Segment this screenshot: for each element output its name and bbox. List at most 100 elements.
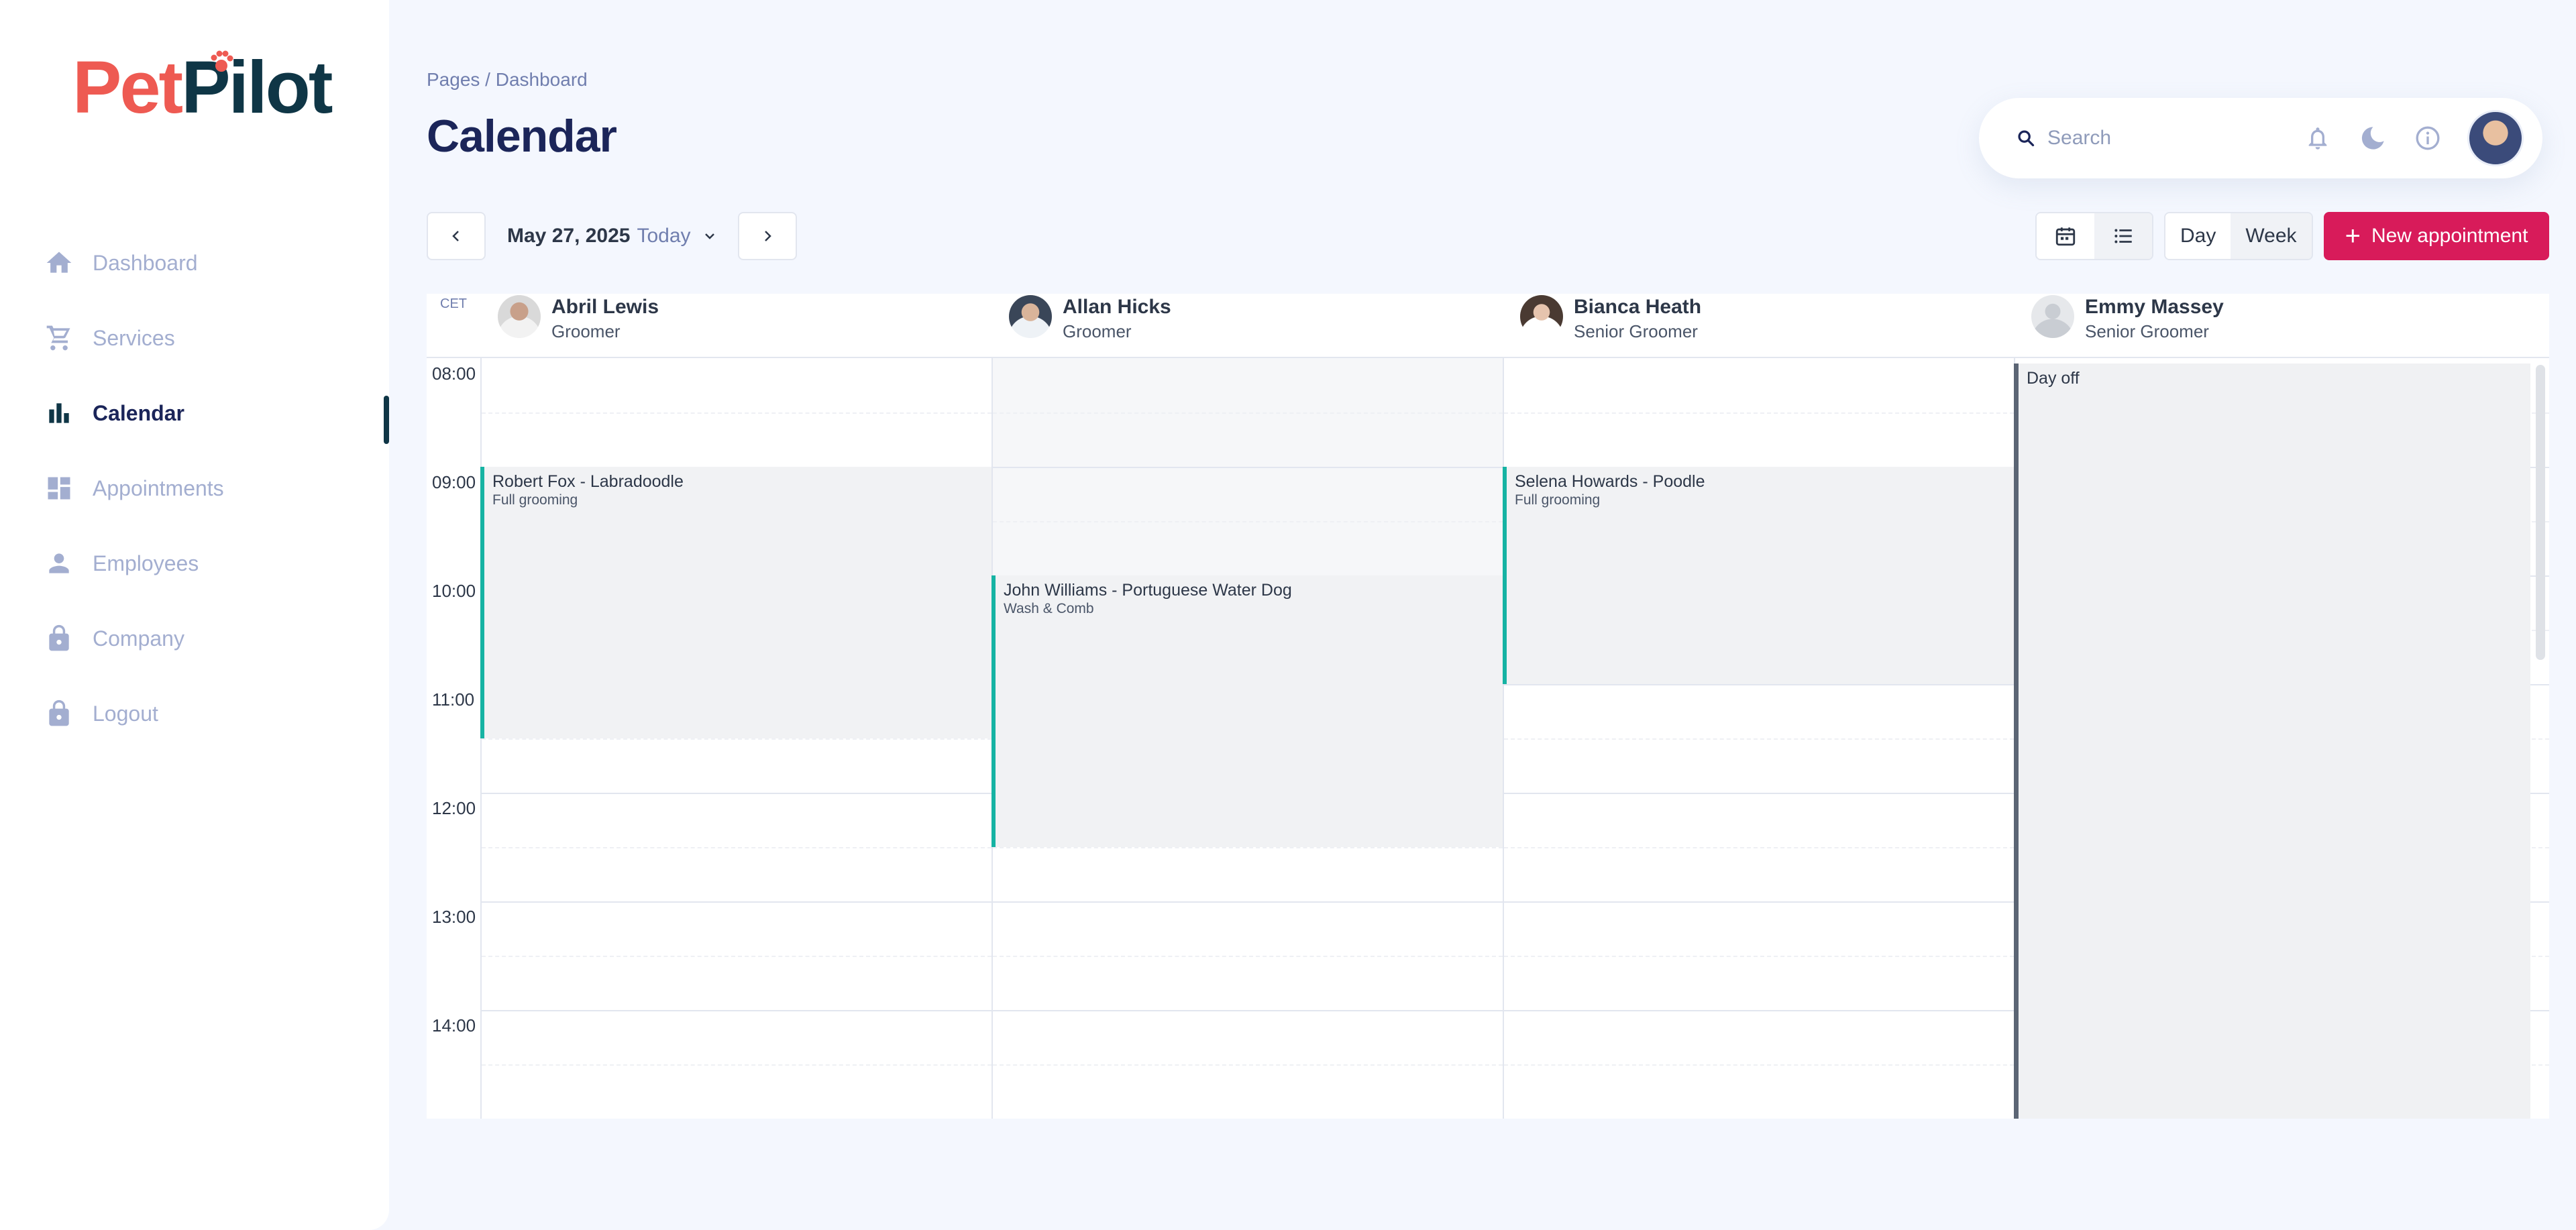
bell-icon[interactable]	[2302, 123, 2333, 154]
time-label: 13:00	[432, 907, 476, 927]
employee-avatar	[498, 295, 541, 338]
list-view-button[interactable]	[2094, 213, 2152, 259]
employee-header: Abril Lewis Groomer	[480, 294, 991, 358]
appointment-service: Full grooming	[1515, 492, 1601, 508]
hour-line	[1504, 793, 2014, 794]
appointment-title: John Williams - Portuguese Water Dog	[1004, 581, 1292, 600]
hour-line	[993, 901, 1503, 903]
sidebar: PetPilot Dashboard Services Calendar App…	[0, 0, 389, 1230]
half-hour-line	[482, 956, 991, 957]
logo-text-pilot: Pilot	[181, 46, 333, 129]
calendar-view-button[interactable]	[2037, 213, 2094, 259]
appointment-event[interactable]: Robert Fox - Labradoodle Full grooming	[480, 467, 991, 738]
hour-line	[482, 1010, 991, 1011]
sidebar-item-label: Appointments	[93, 476, 224, 500]
previous-day-button[interactable]	[427, 212, 486, 260]
time-label: 14:00	[432, 1015, 476, 1036]
sidebar-item-company[interactable]: Company	[44, 601, 389, 676]
next-day-button[interactable]	[738, 212, 797, 260]
hour-line	[1504, 901, 2014, 903]
appointment-title: Robert Fox - Labradoodle	[492, 472, 684, 491]
chevron-left-icon	[452, 231, 459, 241]
view-mode-toggle	[2035, 212, 2153, 260]
search-icon	[2018, 130, 2035, 147]
lock-icon	[44, 699, 74, 728]
employee-avatar	[1009, 295, 1052, 338]
time-label: 08:00	[432, 364, 476, 384]
employee-name: Emmy Massey	[2085, 296, 2224, 318]
half-hour-line	[1504, 1064, 2014, 1066]
employee-name: Bianca Heath	[1574, 296, 1702, 318]
employee-role: Senior Groomer	[2085, 321, 2209, 341]
brand-logo[interactable]: PetPilot	[72, 50, 333, 125]
time-column: 08:00 09:00 10:00 11:00 12:00 13:00 14:0…	[427, 358, 480, 1119]
hour-line	[482, 793, 991, 794]
moon-icon[interactable]	[2357, 123, 2388, 154]
day-button[interactable]: Day	[2165, 213, 2231, 259]
employee-avatar	[1520, 295, 1563, 338]
sidebar-item-label: Dashboard	[93, 250, 198, 275]
selected-date: May 27, 2025	[507, 225, 631, 247]
timezone-label: CET	[440, 296, 467, 311]
half-hour-line	[482, 738, 991, 740]
sidebar-item-label: Employees	[93, 551, 199, 575]
hour-line	[1504, 1010, 2014, 1011]
sidebar-item-employees[interactable]: Employees	[44, 526, 389, 601]
calendar-header: CET Abril Lewis Groomer Allan Hicks Groo…	[427, 294, 2549, 358]
sidebar-nav: Dashboard Services Calendar Appointments…	[44, 225, 389, 751]
sidebar-item-calendar[interactable]: Calendar	[44, 376, 389, 451]
time-label: 10:00	[432, 581, 476, 601]
half-hour-line	[993, 956, 1503, 957]
sidebar-item-services[interactable]: Services	[44, 300, 389, 376]
employee-role: Senior Groomer	[1574, 321, 1698, 341]
week-button[interactable]: Week	[2231, 213, 2312, 259]
hour-line	[993, 1010, 1503, 1011]
appointment-event[interactable]: John Williams - Portuguese Water Dog Was…	[991, 575, 1503, 847]
page-title: Calendar	[427, 111, 617, 162]
appointment-service: Full grooming	[492, 492, 578, 508]
top-bar	[1979, 98, 2542, 178]
hour-line	[482, 901, 991, 903]
new-appointment-label: New appointment	[2371, 225, 2528, 247]
sidebar-item-dashboard[interactable]: Dashboard	[44, 225, 389, 300]
date-picker[interactable]: May 27, 2025 Today	[507, 212, 718, 260]
hour-line	[993, 467, 1503, 468]
employee-name: Allan Hicks	[1063, 296, 1171, 318]
half-hour-line	[993, 412, 1503, 414]
sidebar-item-label: Logout	[93, 701, 158, 726]
user-avatar[interactable]	[2467, 110, 2524, 166]
sidebar-item-logout[interactable]: Logout	[44, 676, 389, 751]
half-hour-line	[993, 521, 1503, 522]
calendar-scrollbar[interactable]	[2536, 365, 2545, 660]
appointment-event[interactable]: Selena Howards - Poodle Full grooming	[1503, 467, 2014, 684]
list-icon	[2114, 229, 2132, 243]
search-input[interactable]	[2047, 127, 2289, 150]
info-icon[interactable]	[2412, 123, 2443, 154]
calendar-icon	[2055, 227, 2076, 246]
new-appointment-button[interactable]: + New appointment	[2324, 212, 2549, 260]
half-hour-line	[993, 847, 1503, 848]
half-hour-line	[1504, 847, 2014, 848]
half-hour-line	[1504, 738, 2014, 740]
plus-icon: +	[2345, 221, 2361, 251]
today-label: Today	[637, 225, 691, 247]
hour-line	[1504, 684, 2014, 685]
day-off-block[interactable]: Day off	[2014, 364, 2530, 1119]
time-label: 11:00	[432, 689, 475, 710]
range-toggle: Day Week	[2164, 212, 2313, 260]
chevron-down-icon	[704, 233, 714, 239]
employee-name: Abril Lewis	[551, 296, 659, 318]
dashboard-grid-icon	[44, 473, 74, 503]
half-hour-line	[482, 847, 991, 848]
employee-role: Groomer	[551, 321, 621, 341]
paw-icon	[211, 50, 233, 72]
employee-role: Groomer	[1063, 321, 1132, 341]
sidebar-item-label: Company	[93, 626, 184, 651]
cart-icon	[44, 323, 74, 353]
half-hour-line	[1504, 412, 2014, 414]
breadcrumb[interactable]: Pages / Dashboard	[427, 69, 588, 91]
half-hour-line	[482, 1064, 991, 1066]
chevron-right-icon	[765, 231, 771, 241]
sidebar-item-appointments[interactable]: Appointments	[44, 451, 389, 526]
bar-chart-icon	[44, 398, 74, 428]
